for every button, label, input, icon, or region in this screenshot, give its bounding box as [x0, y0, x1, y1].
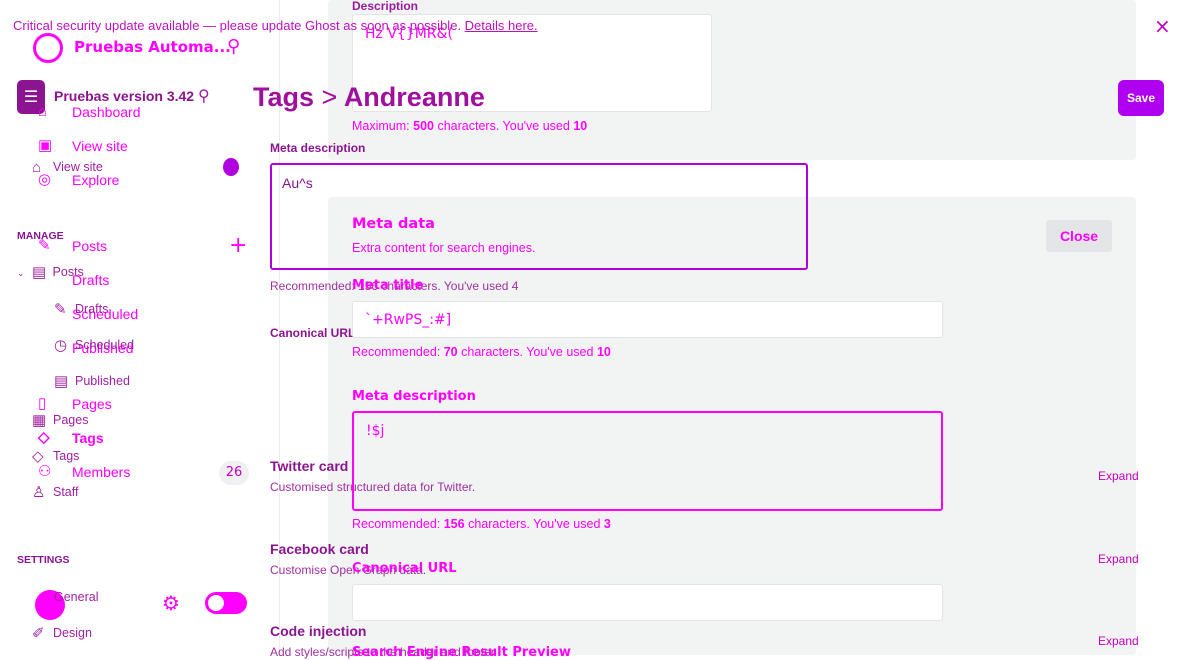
site-logo-circle — [33, 33, 63, 63]
description-hint: Maximum: 500 characters. You've used 10 — [352, 119, 588, 133]
search-preview-heading: Search Engine Result Preview — [352, 645, 571, 660]
pages-icon: ▯ — [38, 395, 47, 412]
sidebar-b-drafts[interactable]: ✎ Drafts — [54, 301, 108, 318]
members-icon: ⚇ — [38, 463, 52, 480]
sidebar-a-tags[interactable]: ◇ Tags — [38, 430, 104, 446]
settings-gear-icon[interactable]: ⚙ — [162, 591, 180, 615]
site-b-title: Pruebas version 3.42 — [54, 88, 195, 104]
code-injection-title: Code injection — [270, 623, 367, 639]
meta-title-label: Meta title — [352, 278, 424, 293]
meta-title-hint: Recommended: 70 characters. You've used … — [352, 345, 611, 359]
save-button[interactable]: Save — [1118, 80, 1164, 116]
staff-icon: ♙ — [32, 484, 46, 501]
night-mode-toggle[interactable] — [205, 592, 247, 614]
sidebar-a-view-site[interactable]: ▣ View site — [38, 138, 128, 154]
breadcrumb: Tags > Andreanne — [253, 82, 485, 112]
meta-title-input[interactable]: `+RwPS_:#] — [352, 301, 943, 338]
expand-twitter-button[interactable]: Expand — [1098, 469, 1139, 483]
canonical-url-label: Canonical URL — [352, 561, 457, 576]
members-count-badge: 26 — [219, 461, 249, 485]
home-icon: ⌂ — [38, 103, 48, 120]
tag-icon: ◇ — [38, 429, 50, 446]
security-banner: Critical security update available — ple… — [13, 18, 538, 33]
published-icon: ▤ — [54, 373, 69, 390]
b-meta-description-label: Meta description — [270, 141, 366, 155]
close-button[interactable]: Close — [1046, 220, 1112, 252]
tag-icon: ◇ — [32, 448, 44, 465]
settings-heading: SETTINGS — [17, 554, 70, 566]
expand-code-injection-button[interactable]: Expand — [1098, 634, 1139, 648]
sidebar-b-staff[interactable]: ♙ Staff — [32, 484, 78, 501]
sidebar-a-explore[interactable]: ◎ Explore — [38, 172, 119, 188]
meta-description-label: Meta description — [352, 389, 476, 404]
b-canonical-label: Canonical URL — [270, 326, 356, 340]
new-post-icon[interactable]: + — [229, 233, 247, 258]
sidebar-b-design[interactable]: ✐ Design — [32, 625, 92, 642]
site-a-title: Pruebas Automa... — [74, 38, 231, 56]
document-icon: ▤ — [32, 264, 47, 281]
sidebar-a-pages[interactable]: ▯ Pages — [38, 396, 112, 412]
pencil-icon: ✎ — [54, 301, 67, 318]
meta-data-title: Meta data — [352, 216, 435, 232]
facebook-card-title: Facebook card — [270, 541, 369, 557]
sidebar-b-published[interactable]: ▤ Published — [54, 373, 130, 390]
search-icon-b[interactable]: ⚲ — [198, 86, 210, 105]
breadcrumb-tags[interactable]: Tags — [253, 82, 314, 112]
close-x-icon[interactable]: × — [1154, 14, 1171, 38]
sidebar-b-pages[interactable]: ▦ Pages — [32, 412, 88, 429]
layout-icon: ▣ — [38, 137, 53, 154]
pages-icon: ▦ — [32, 412, 47, 429]
expand-facebook-button[interactable]: Expand — [1098, 552, 1139, 566]
brush-icon: ✐ — [32, 625, 45, 642]
sidebar-b-view-site[interactable]: ⌂ View site — [32, 159, 103, 176]
sidebar-b-tags[interactable]: ◇ Tags — [32, 448, 79, 465]
details-link[interactable]: Details here. — [465, 18, 538, 33]
sidebar-b-scheduled[interactable]: ◷ Scheduled — [54, 337, 134, 354]
twitter-card-title: Twitter card — [270, 458, 349, 474]
b-meta-description-textarea[interactable]: Au^s — [270, 163, 808, 270]
home-icon: ⌂ — [32, 159, 42, 176]
sidebar-a-dashboard[interactable]: ⌂ Dashboard — [38, 104, 141, 120]
manage-heading: MANAGE — [17, 230, 64, 242]
canonical-url-input[interactable] — [352, 584, 943, 621]
meta-data-subtitle: Extra content for search engines. — [352, 241, 536, 255]
meta-description-textarea[interactable]: !$j — [352, 411, 943, 511]
search-icon[interactable]: ⚲ — [227, 36, 240, 57]
description-label: Description — [352, 0, 419, 13]
meta-description-hint: Recommended: 156 characters. You've used… — [352, 517, 611, 531]
sidebar-a-members[interactable]: ⚇ Members — [38, 464, 130, 480]
status-dot — [223, 158, 239, 176]
clock-icon: ◷ — [54, 337, 68, 354]
sidebar-b-posts[interactable]: ⌄ ▤ Posts — [17, 264, 84, 281]
sidebar-b-general[interactable]: General — [54, 590, 98, 604]
